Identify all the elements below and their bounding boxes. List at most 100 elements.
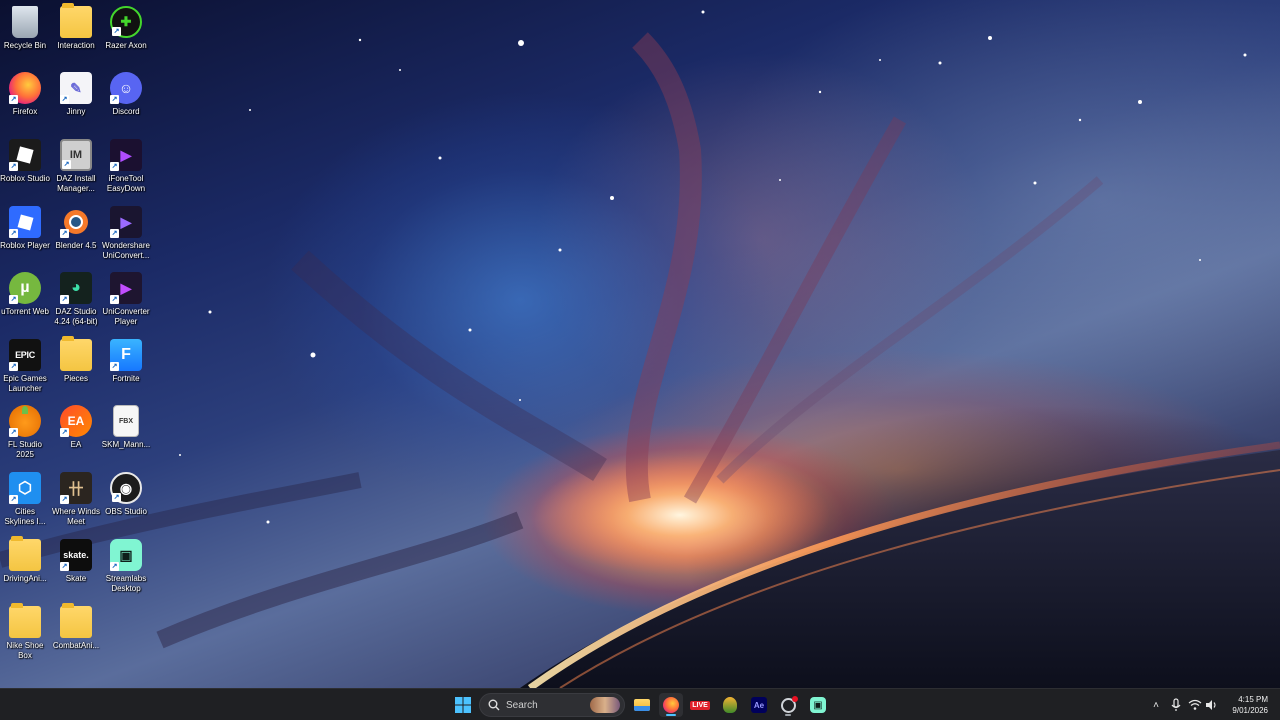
taskbar-file-explorer[interactable]	[630, 693, 654, 717]
desktop-icon-skm-mann[interactable]: FBX SKM_Mann...	[101, 405, 151, 450]
epic-games-icon: EPIC ↗	[9, 339, 41, 371]
desktop-icon-label: Pieces	[63, 374, 88, 383]
desktop-icon-nike-shoe-box[interactable]: Nike Shoe Box	[0, 603, 50, 661]
desktop-icon-label: SKM_Mann...	[101, 440, 151, 449]
running-indicator	[785, 714, 791, 716]
desktop-icon-firefox[interactable]: ↗ Firefox	[0, 72, 50, 117]
taskbar-steam[interactable]	[776, 693, 800, 717]
volume-icon[interactable]	[1205, 699, 1219, 711]
desktop-icon-label: Recycle Bin	[3, 41, 47, 50]
razer-axon-icon: ✚ ↗	[110, 6, 142, 38]
taskbar-razer[interactable]	[718, 693, 742, 717]
desktop-icon-utorrent[interactable]: µ ↗ uTorrent Web	[0, 272, 50, 317]
wondershare-uniconverter-icon: ▶ ↗	[110, 206, 142, 238]
desktop-icon-label: Roblox Player	[0, 241, 50, 250]
desktop-icon-label: Blender 4.5	[55, 241, 97, 250]
daz-studio-icon: ◕ ↗	[60, 272, 92, 304]
taskbar-clock[interactable]: 4:15 PM 9/01/2026	[1232, 694, 1268, 716]
desktop-icon-label: DAZ Install Manager...	[56, 174, 96, 193]
start-button[interactable]	[451, 693, 475, 717]
taskbar-live[interactable]: LIVE	[688, 693, 712, 717]
live-glyph: LIVE	[692, 701, 708, 709]
fbx-glyph: FBX	[119, 417, 133, 425]
desktop-icon-label: Where Winds Meet	[51, 507, 100, 526]
jinny-icon: ✎ ↗	[60, 72, 92, 104]
desktop-icon-obs-studio[interactable]: ◉ ↗ OBS Studio	[101, 472, 151, 517]
roblox-studio-icon: ↗	[9, 139, 41, 171]
desktop-icon-daz-studio[interactable]: ◕ ↗ DAZ Studio 4.24 (64-bit)	[51, 272, 101, 327]
daz-im-glyph: IM	[69, 149, 83, 161]
wifi-icon[interactable]	[1188, 699, 1202, 711]
desktop-icon-razer-axon[interactable]: ✚ ↗ Razer Axon	[101, 6, 151, 51]
desktop-icon-combatani[interactable]: CombatAni...	[51, 603, 101, 651]
folder-icon	[60, 336, 92, 371]
desktop-icon-discord[interactable]: ☺ ↗ Discord	[101, 72, 151, 117]
desktop-icon-wondershare-uniconverter[interactable]: ▶ ↗ Wondershare UniConvert...	[101, 206, 151, 261]
where-winds-meet-icon: 卄 ↗	[60, 472, 92, 504]
folder-icon	[9, 603, 41, 638]
desktop-icon-label: CombatAni...	[52, 641, 100, 650]
folder-icon	[60, 3, 92, 38]
desktop-icon-label: EA	[70, 440, 82, 449]
desktop-icon-label: OBS Studio	[105, 507, 147, 516]
desktop-icon-roblox-studio[interactable]: ↗ Roblox Studio	[0, 139, 50, 184]
fl-studio-icon: ↗	[9, 405, 41, 437]
skate-icon: skate. ↗	[60, 539, 92, 571]
after-effects-icon: Ae	[751, 697, 767, 713]
streamlabs-icon: ▣	[810, 697, 826, 713]
desktop-icon-jinny[interactable]: ✎ ↗ Jinny	[51, 72, 101, 117]
tray-overflow-chevron-icon[interactable]: ˄	[1148, 700, 1164, 711]
start-icon	[455, 697, 471, 713]
search-icon	[488, 699, 500, 711]
steam-icon	[780, 695, 798, 713]
desktop-icon-fortnite[interactable]: F ↗ Fortnite	[101, 339, 151, 384]
search-placeholder: Search	[506, 699, 538, 711]
desktop-icon-label: Cities Skylines I...	[4, 507, 46, 526]
ea-icon: EA ↗	[60, 405, 92, 437]
desktop-icon-cities-skylines[interactable]: ⬡ ↗ Cities Skylines I...	[0, 472, 50, 527]
clock-time: 4:15 PM	[1238, 695, 1268, 704]
desktop-icon-label: Firefox	[12, 107, 38, 116]
desktop-icon-blender[interactable]: ↗ Blender 4.5	[51, 206, 101, 251]
desktop-icon-where-winds-meet[interactable]: 卄 ↗ Where Winds Meet	[51, 472, 101, 527]
desktop-icon-ea[interactable]: EA ↗ EA	[51, 405, 101, 450]
daz-install-manager-icon: IM ↗	[60, 139, 92, 171]
desktop-icon-label: Jinny	[66, 107, 86, 116]
desktop-icon-label: Interaction	[57, 41, 95, 50]
microphone-icon[interactable]	[1170, 698, 1182, 712]
epic-glyph: EPIC	[15, 350, 35, 360]
desktop-icon-pieces[interactable]: Pieces	[51, 336, 101, 384]
desktop-icon-label: DAZ Studio 4.24 (64-bit)	[54, 307, 98, 326]
taskbar: Search LIVE Ae ▣ ˄ 4:15 PM 9/01/2026	[0, 688, 1280, 720]
taskbar-streamlabs[interactable]: ▣	[806, 693, 830, 717]
desktop-icon-label: Discord	[112, 107, 140, 116]
streamlabs-icon: ▣ ↗	[110, 539, 142, 571]
desktop-icon-recycle-bin[interactable]: Recycle Bin	[0, 6, 50, 51]
desktop-icon-epic-games[interactable]: EPIC ↗ Epic Games Launcher	[0, 339, 50, 394]
taskbar-firefox[interactable]	[659, 693, 683, 717]
desktop-icon-daz-install-manager[interactable]: IM ↗ DAZ Install Manager...	[51, 139, 101, 194]
desktop-icon-label: Razer Axon	[105, 41, 147, 50]
razer-icon	[723, 697, 737, 713]
active-indicator	[666, 714, 676, 716]
desktop-icon-label: iFoneTool EasyDown	[106, 174, 146, 193]
taskbar-after-effects[interactable]: Ae	[747, 693, 771, 717]
desktop-icon-roblox-player[interactable]: ↗ Roblox Player	[0, 206, 50, 251]
desktop-icon-skate[interactable]: skate. ↗ Skate	[51, 539, 101, 584]
desktop-icon-fl-studio[interactable]: ↗ FL Studio 2025	[0, 405, 50, 460]
blender-icon: ↗	[60, 206, 92, 238]
desktop-icon-ifonetool[interactable]: ▶ ↗ iFoneTool EasyDown	[101, 139, 151, 194]
desktop-icon-label: UniConverter Player	[102, 307, 150, 326]
desktop-icon-label: Epic Games Launcher	[3, 374, 47, 393]
wallpaper-artwork	[0, 10, 1280, 688]
folder-icon	[60, 603, 92, 638]
firefox-icon	[663, 697, 679, 713]
desktop-icon-interaction[interactable]: Interaction	[51, 3, 101, 51]
taskbar-search-box[interactable]: Search	[479, 693, 625, 717]
desktop-icon-label: Nike Shoe Box	[6, 641, 44, 660]
desktop-icon-label: Wondershare UniConvert...	[102, 241, 150, 260]
desktop-icon-uniconverter-player[interactable]: ▶ ↗ UniConverter Player	[101, 272, 151, 327]
desktop-icon-streamlabs[interactable]: ▣ ↗ Streamlabs Desktop	[101, 539, 151, 594]
utorrent-icon: µ ↗	[9, 272, 41, 304]
desktop-icon-drivingani[interactable]: DrivingAni...	[0, 536, 50, 584]
